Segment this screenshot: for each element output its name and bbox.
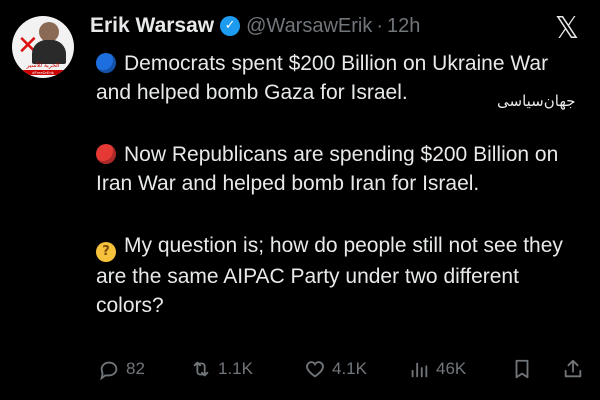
avatar-face xyxy=(39,22,59,42)
reply-icon xyxy=(100,361,118,380)
verified-badge-icon: ✓ xyxy=(220,16,241,36)
x-logo-icon[interactable]: 𝕏 xyxy=(552,14,582,44)
share-icon xyxy=(564,359,582,378)
blue-circle-icon xyxy=(96,53,116,73)
post-body: Democrats spent $200 Billion on Ukraine … xyxy=(96,49,586,320)
view-count: 46K xyxy=(436,359,467,378)
heart-icon xyxy=(306,361,324,378)
bookmark-icon xyxy=(515,359,529,379)
avatar-caption-bottom: #FreeDrErik xyxy=(22,70,64,75)
reply-button[interactable]: 82 xyxy=(98,358,145,380)
post-timestamp[interactable]: 12h xyxy=(387,15,420,38)
repost-count: 1.1K xyxy=(218,359,253,378)
author-handle[interactable]: @WarsawErik xyxy=(246,15,372,38)
author-name[interactable]: Erik Warsaw xyxy=(90,14,214,38)
views-icon xyxy=(411,362,428,378)
post-paragraph-2: Now Republicans are spending $200 Billio… xyxy=(96,140,586,198)
action-bar: 82 1.1K 4.1K 46K xyxy=(98,356,588,382)
profile-avatar[interactable]: ✕ الحرية للأسير #FreeDrErik xyxy=(12,16,74,78)
like-button[interactable]: 4.1K xyxy=(304,358,367,380)
post-header: Erik Warsaw ✓ @WarsawErik · 12h xyxy=(90,12,420,40)
repost-icon xyxy=(193,361,209,377)
post-text-3: My question is; how do people still not … xyxy=(96,234,563,317)
avatar-body xyxy=(32,40,66,64)
header-separator: · xyxy=(376,14,384,37)
post-text-1: Democrats spent $200 Billion on Ukraine … xyxy=(96,52,549,104)
avatar-caption-top: الحرية للأسير xyxy=(26,62,60,69)
repost-button[interactable]: 1.1K xyxy=(190,358,253,380)
thinking-face-icon: ? xyxy=(96,242,116,262)
post-text-2: Now Republicans are spending $200 Billio… xyxy=(96,143,559,195)
post-paragraph-3: ? My question is; how do people still not… xyxy=(96,231,586,320)
share-button[interactable] xyxy=(562,358,584,380)
bookmark-button[interactable] xyxy=(511,358,533,380)
like-count: 4.1K xyxy=(332,359,367,378)
reply-count: 82 xyxy=(126,359,145,378)
red-circle-icon xyxy=(96,144,116,164)
views-button[interactable]: 46K xyxy=(408,358,466,380)
watermark-text: جهان‌سیاسی xyxy=(497,92,576,110)
